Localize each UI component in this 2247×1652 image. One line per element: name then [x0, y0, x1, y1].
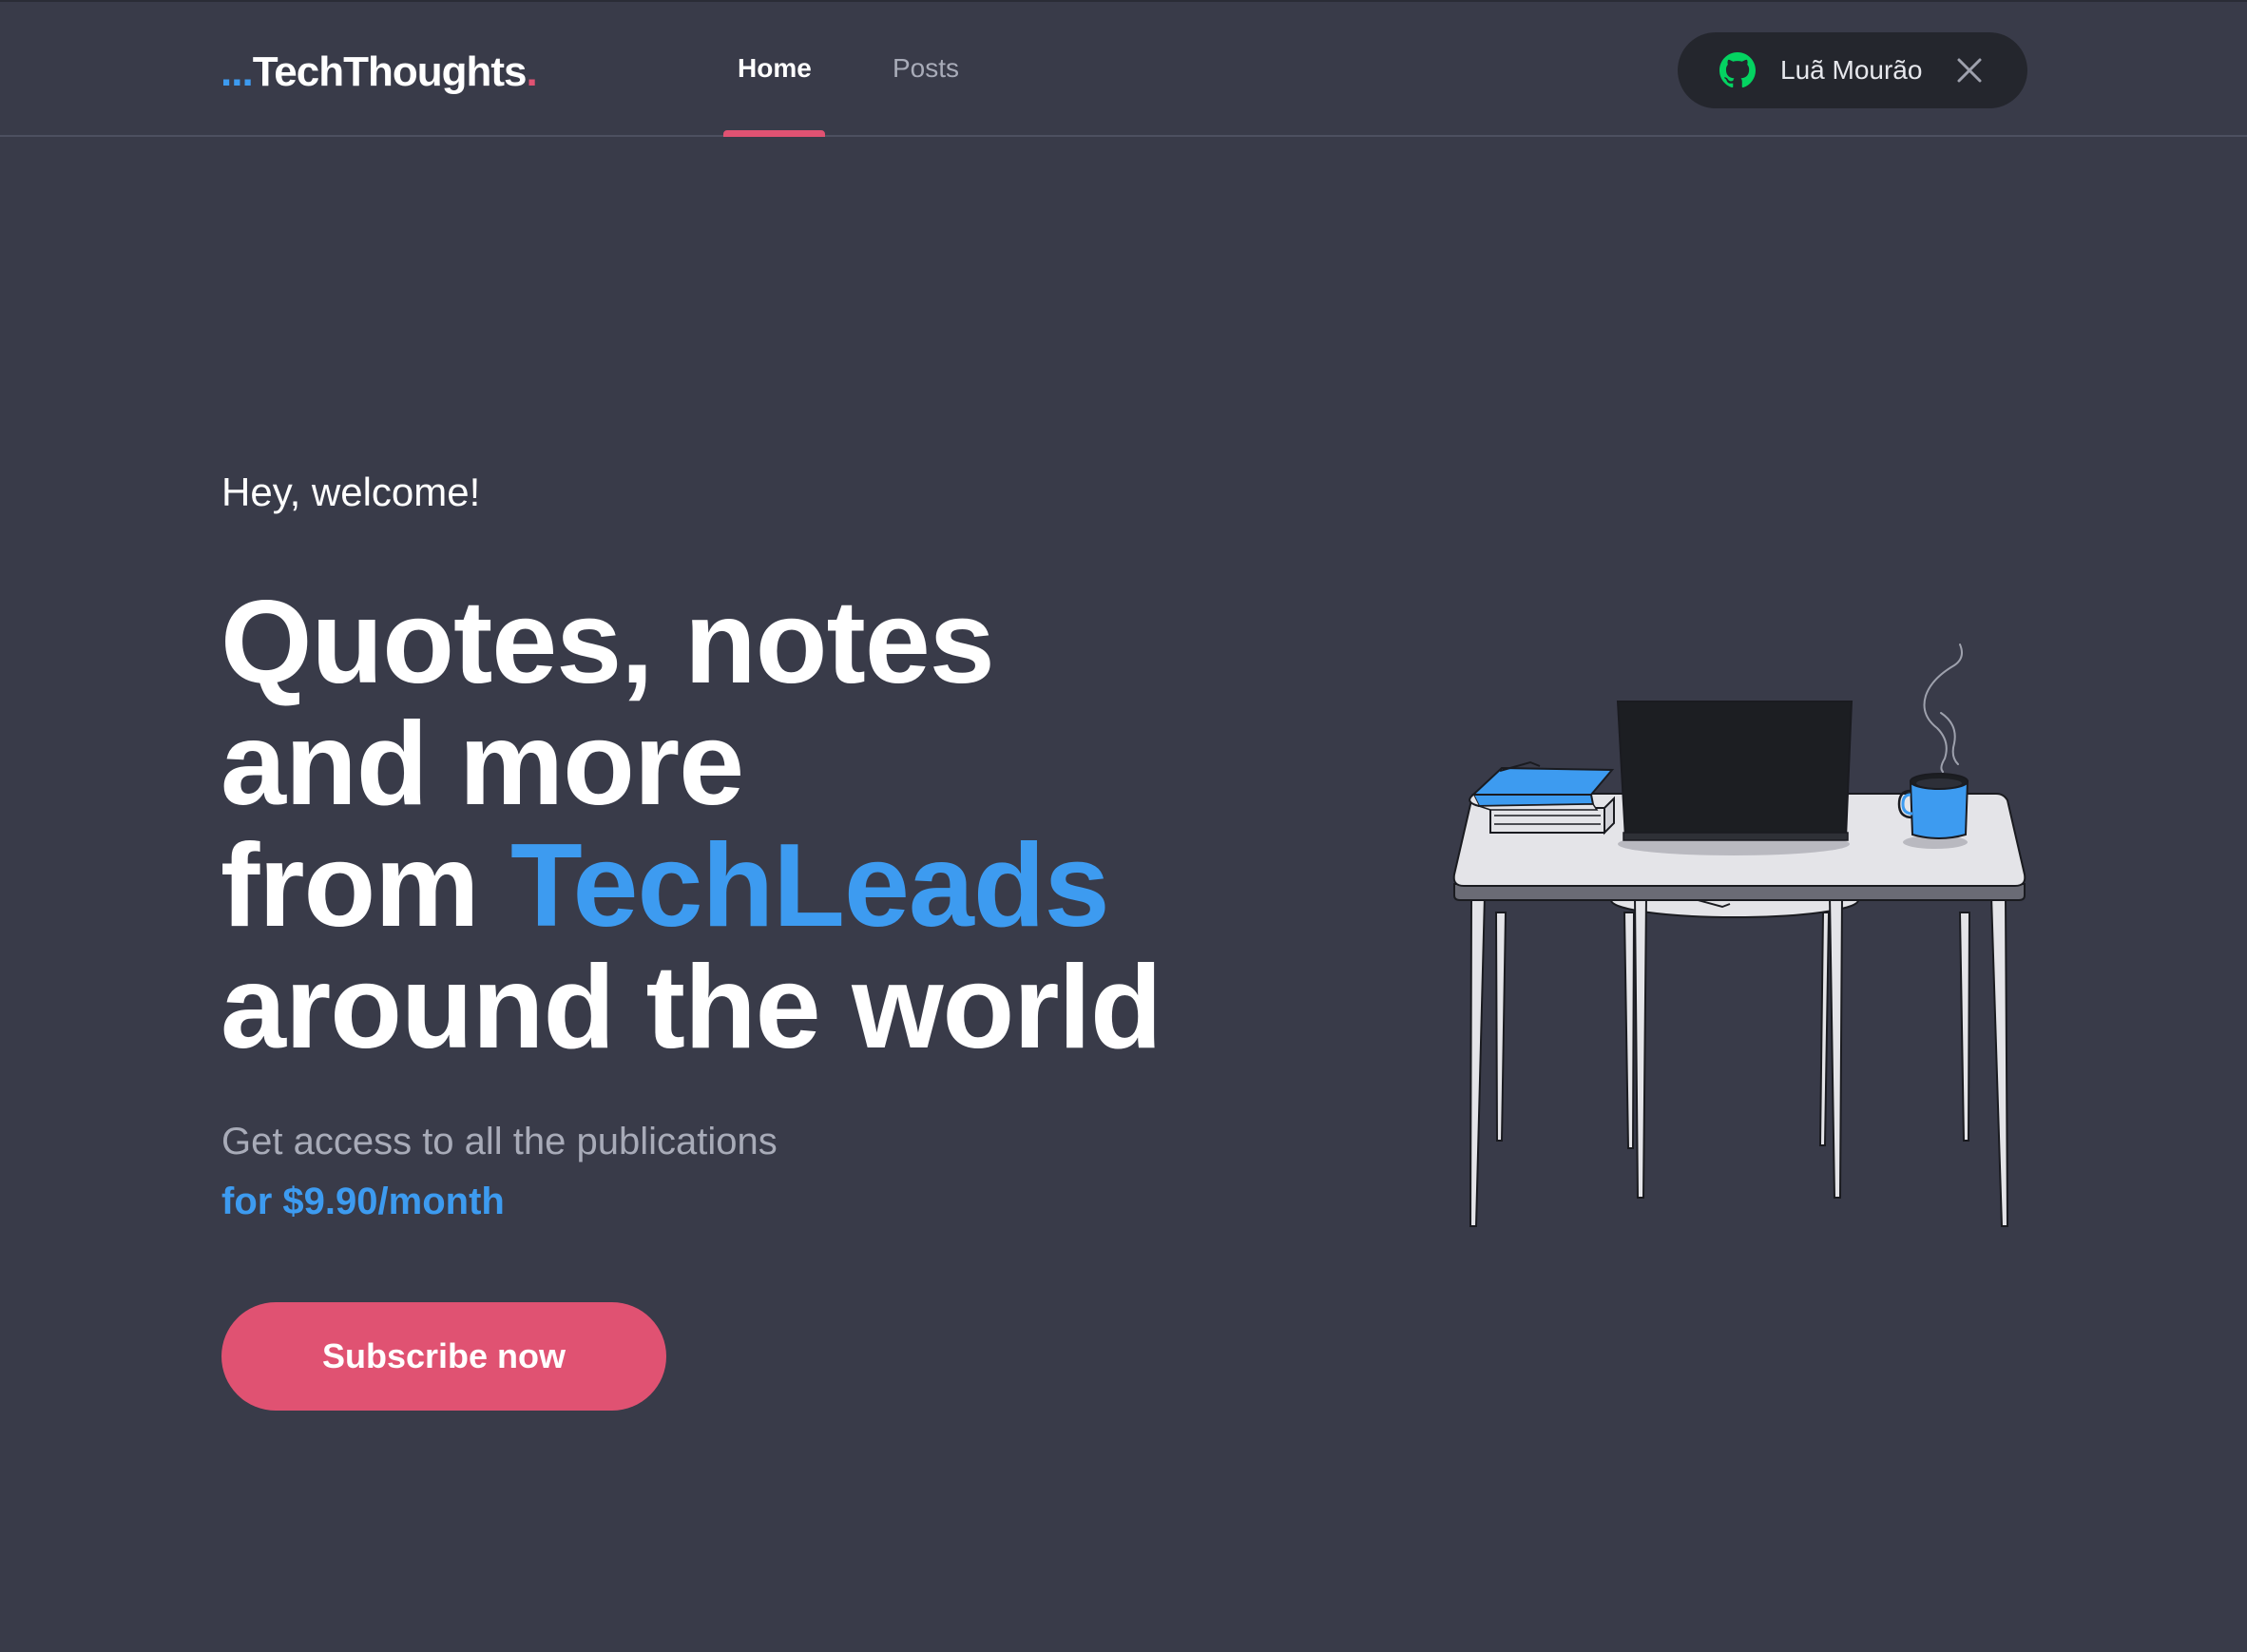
- site-header: ...TechThoughts. Home Posts Luã Mourão: [0, 0, 2247, 137]
- user-name: Luã Mourão: [1780, 55, 1923, 85]
- headline-line-4: around the world: [221, 942, 1162, 1073]
- nav-posts-link[interactable]: Posts: [893, 51, 959, 86]
- logo-text: TechThoughts: [252, 48, 528, 95]
- headline-techleads: TechLeads: [510, 820, 1110, 951]
- headline-line-3: from TechLeads: [221, 825, 1162, 947]
- logo-dots: ...: [221, 48, 254, 95]
- nav-home-link[interactable]: Home: [738, 51, 812, 86]
- site-logo[interactable]: ...TechThoughts.: [221, 46, 538, 99]
- github-user-button[interactable]: Luã Mourão: [1678, 32, 2027, 108]
- headline-line-1: Quotes, notes: [221, 577, 995, 708]
- welcome-greeting: Hey, welcome!: [221, 470, 481, 514]
- github-icon: [1719, 52, 1756, 88]
- active-nav-indicator: [723, 130, 825, 137]
- hero-headline: Quotes, notes and more from TechLeads ar…: [221, 582, 1162, 1068]
- headline-from: from: [221, 820, 510, 951]
- subscribe-button[interactable]: Subscribe now: [221, 1302, 666, 1411]
- subscription-price: for $9.90/month: [221, 1181, 505, 1222]
- close-icon[interactable]: [1955, 56, 1984, 85]
- desk-illustration: [1452, 644, 2026, 1227]
- headline-line-2: and more: [221, 699, 744, 830]
- hero-subtitle: Get access to all the publications: [221, 1121, 778, 1162]
- logo-dot: .: [526, 48, 538, 95]
